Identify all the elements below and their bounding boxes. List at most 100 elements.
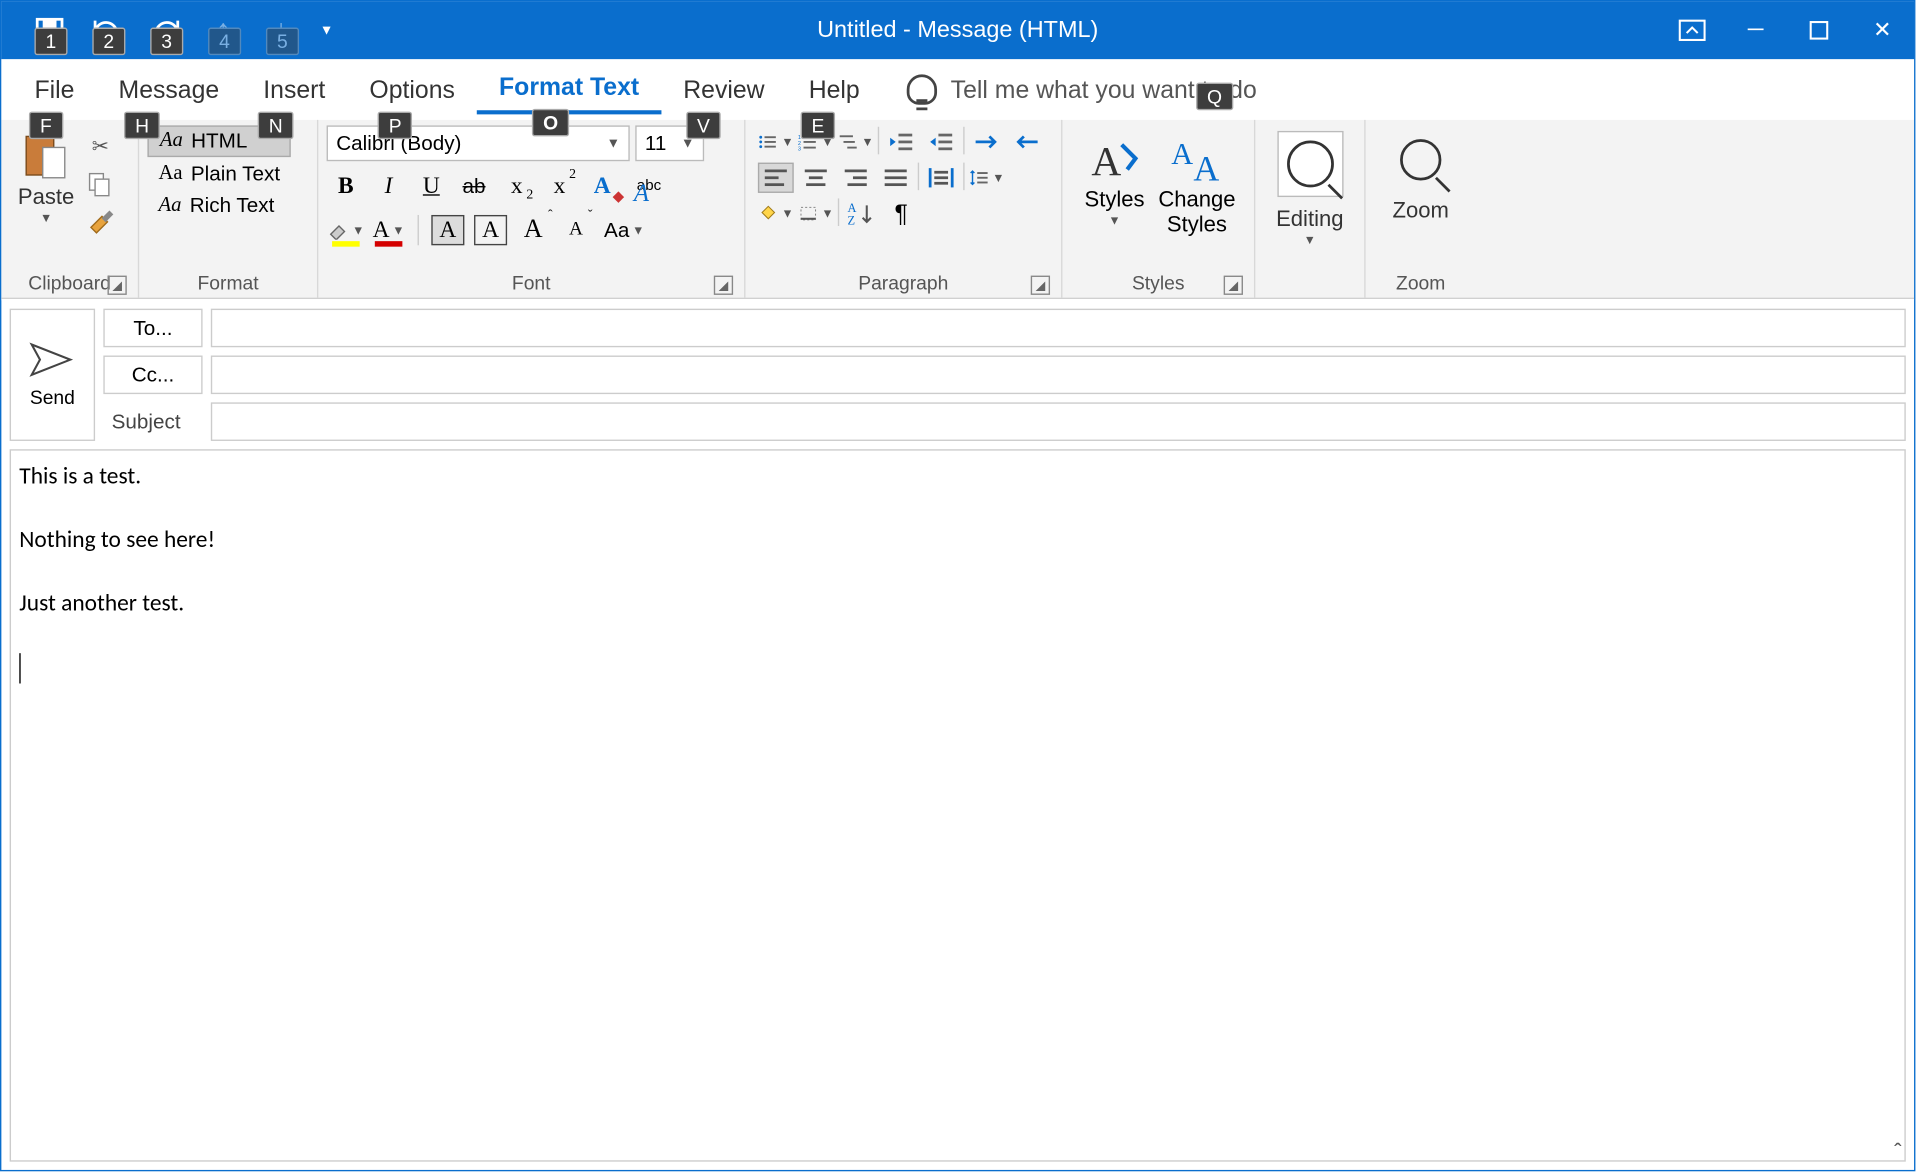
tab-label: Insert (263, 75, 325, 103)
body-line: Just another test. (19, 589, 1896, 619)
tab-insert[interactable]: InsertN (241, 67, 347, 112)
ribbon: Paste ▼ ✂ Clipboard◢ AaHTML (1, 120, 1914, 299)
shrink-font-button[interactable]: Aˇ (557, 211, 596, 250)
rtl-button[interactable] (1009, 127, 1045, 157)
collapse-ribbon-button[interactable]: ˆ (1894, 1141, 1901, 1166)
copy-button[interactable] (85, 169, 115, 199)
zoom-btn-label: Zoom (1393, 200, 1449, 225)
show-marks-button[interactable]: ¶ (883, 198, 919, 228)
minimize-button[interactable]: ─ (1724, 1, 1787, 59)
clear-formatting-button[interactable]: abcA (626, 167, 673, 206)
cc-label: Cc... (132, 363, 175, 386)
ribbon-display-options-button[interactable] (1660, 1, 1723, 59)
qat-save-button[interactable]: 1 (26, 8, 73, 52)
superscript-button[interactable]: x2 (540, 167, 579, 206)
bullets-button[interactable]: ▼ (758, 127, 794, 157)
group-font: Calibri (Body)▼ 11▼ B I U ab x2 x2 A◆ ab… (318, 120, 745, 298)
quick-access-toolbar: 1 2 3 ↑ 4 ↓ 5 ▼ (1, 8, 337, 52)
keytip: V (686, 111, 721, 139)
recipients-area: Send To... Cc... Subject (1, 299, 1914, 441)
align-right-button[interactable] (838, 163, 874, 193)
shading-button[interactable]: ▼ (758, 198, 794, 228)
change-case-button[interactable]: Aa▼ (599, 211, 649, 250)
align-left-button[interactable] (758, 163, 794, 193)
format-plain-button[interactable]: AaPlain Text (147, 160, 291, 189)
underline-button[interactable]: U (412, 167, 451, 206)
bold-button[interactable]: B (327, 167, 366, 206)
highlight-button[interactable]: ▼ (327, 211, 366, 250)
justify-button[interactable] (878, 163, 914, 193)
maximize-button[interactable] (1787, 1, 1850, 59)
cut-button[interactable]: ✂ (85, 131, 115, 161)
format-painter-button[interactable] (85, 208, 115, 238)
strikethrough-button[interactable]: ab (455, 167, 494, 206)
group-label-text: Styles (1132, 271, 1185, 293)
message-body-editor[interactable]: This is a test. Nothing to see here! Jus… (10, 449, 1906, 1161)
tab-message[interactable]: MessageH (96, 67, 241, 112)
keytip: N (258, 111, 294, 139)
dialog-launcher[interactable]: ◢ (714, 276, 733, 295)
styles-button[interactable]: A Styles ▼ (1084, 131, 1144, 269)
distributed-button[interactable] (923, 163, 959, 193)
sort-button[interactable]: AZ (843, 198, 879, 228)
cc-input[interactable] (211, 356, 1906, 395)
chevron-down-icon: ▼ (781, 207, 793, 221)
body-line: Nothing to see here! (19, 525, 1896, 555)
increase-indent-button[interactable] (923, 127, 959, 157)
keytip: 3 (150, 28, 183, 56)
tab-review[interactable]: ReviewV (661, 67, 786, 112)
tab-label: Review (683, 75, 764, 103)
change-styles-button[interactable]: AA Change Styles (1158, 131, 1235, 269)
font-name-combo[interactable]: Calibri (Body)▼ (327, 125, 630, 161)
align-center-button[interactable] (798, 163, 834, 193)
multilevel-list-button[interactable]: ▼ (838, 127, 874, 157)
to-input[interactable] (211, 309, 1906, 348)
text-effects-button[interactable]: A◆ (583, 167, 622, 206)
chevron-down-icon: ▼ (861, 135, 873, 149)
tell-me-search[interactable]: Tell me what you want to do Q (907, 74, 1257, 104)
subscript-button[interactable]: x2 (497, 167, 536, 206)
tab-label: Format Text (499, 73, 639, 101)
tab-options[interactable]: OptionsP (347, 67, 477, 112)
to-button[interactable]: To... (103, 309, 202, 348)
scissors-icon: ✂ (92, 134, 109, 159)
cc-button[interactable]: Cc... (103, 356, 202, 395)
tab-format-text[interactable]: Format TextO (477, 65, 661, 115)
highlight-swatch (332, 241, 360, 247)
borders-button[interactable]: ▼ (798, 198, 834, 228)
char-border-button[interactable]: A (471, 211, 510, 250)
grow-font-button[interactable]: Aˆ (514, 211, 553, 250)
keytip: O (532, 109, 569, 137)
decrease-indent-button[interactable] (883, 127, 919, 157)
qat-prev-button[interactable]: ↑ 4 (200, 8, 247, 52)
chevron-down-icon: ▼ (392, 223, 404, 237)
svg-text:A: A (1193, 149, 1219, 189)
dialog-launcher[interactable]: ◢ (1224, 276, 1243, 295)
font-color-button[interactable]: A▼ (369, 211, 408, 250)
char-shading-button[interactable]: A (429, 211, 468, 250)
qat-customize-button[interactable]: ▼ (316, 8, 338, 52)
tab-label: Help (809, 75, 860, 103)
close-button[interactable]: ✕ (1851, 1, 1914, 59)
qat-next-button[interactable]: ↓ 5 (258, 8, 305, 52)
tab-help[interactable]: HelpE (787, 67, 882, 112)
tab-file[interactable]: FileF (12, 67, 96, 112)
keytip: P (378, 111, 413, 139)
qat-undo-button[interactable]: 2 (84, 8, 131, 52)
italic-button[interactable]: I (369, 167, 408, 206)
ltr-button[interactable] (969, 127, 1005, 157)
group-styles: A Styles ▼ AA Change Styles Styles ◢ (1062, 120, 1255, 298)
subject-input[interactable] (211, 402, 1906, 441)
send-button[interactable]: Send (10, 309, 95, 441)
format-rich-button[interactable]: AaRich Text (147, 192, 291, 221)
line-spacing-button[interactable]: ▼ (969, 163, 1005, 193)
to-label: To... (133, 316, 172, 339)
tab-label: Message (119, 75, 220, 103)
find-button[interactable] (1277, 131, 1343, 197)
outlook-message-window: 1 2 3 ↑ 4 ↓ 5 ▼ Untitled - Message (HT (0, 0, 1915, 1171)
dialog-launcher[interactable]: ◢ (107, 276, 126, 295)
qat-redo-button[interactable]: 3 (142, 8, 189, 52)
dialog-launcher[interactable]: ◢ (1031, 276, 1050, 295)
paste-button[interactable]: Paste ▼ (10, 123, 83, 269)
zoom-button[interactable] (1400, 131, 1441, 181)
